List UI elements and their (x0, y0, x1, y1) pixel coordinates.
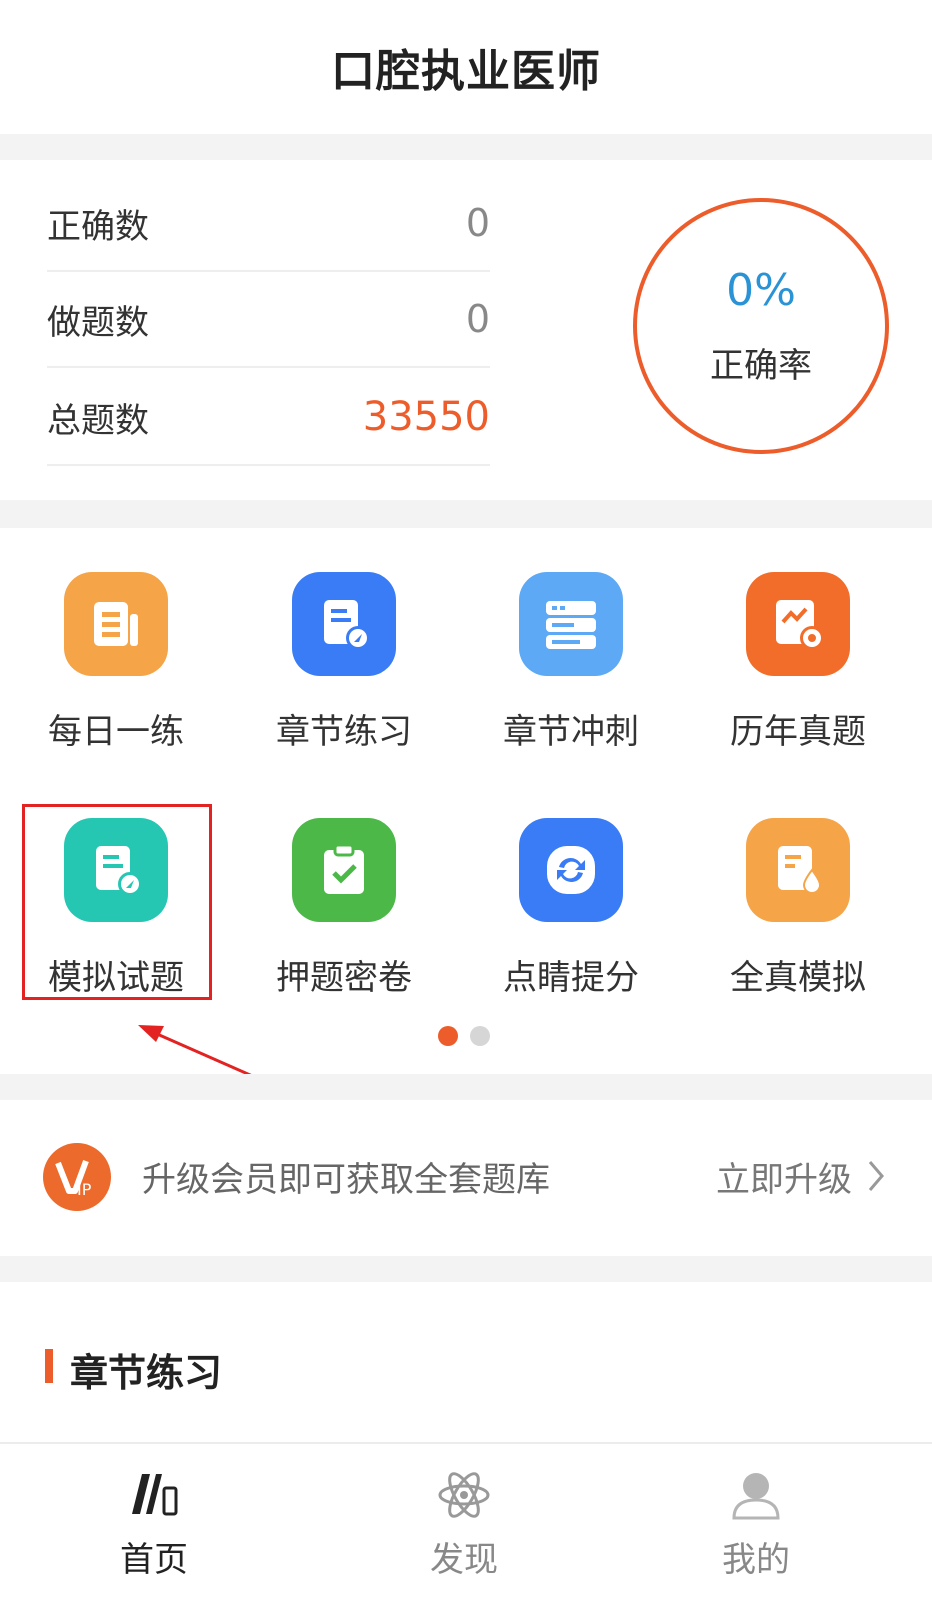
divider (0, 1074, 932, 1100)
books-icon (132, 1474, 178, 1516)
tab-label: 发现 (430, 1540, 498, 1580)
section-marker (45, 1349, 53, 1383)
tab-label: 我的 (722, 1540, 790, 1580)
tab-label: 首页 (120, 1540, 188, 1580)
atom-icon (438, 1472, 490, 1518)
tab-mine[interactable]: 我的 (676, 1470, 836, 1581)
divider (0, 1256, 932, 1282)
upgrade-link[interactable]: 立即升级 (716, 1152, 852, 1201)
vip-badge-icon: IP (43, 1143, 111, 1211)
chevron-right-icon (868, 1161, 884, 1191)
tab-discover[interactable]: 发现 (384, 1470, 544, 1581)
user-icon (732, 1473, 780, 1520)
svg-text:IP: IP (77, 1180, 92, 1199)
section-title: 章节练习 (70, 1351, 223, 1395)
vip-promo-text: 升级会员即可获取全套题库 (142, 1160, 550, 1200)
tab-home[interactable]: 首页 (74, 1470, 234, 1581)
